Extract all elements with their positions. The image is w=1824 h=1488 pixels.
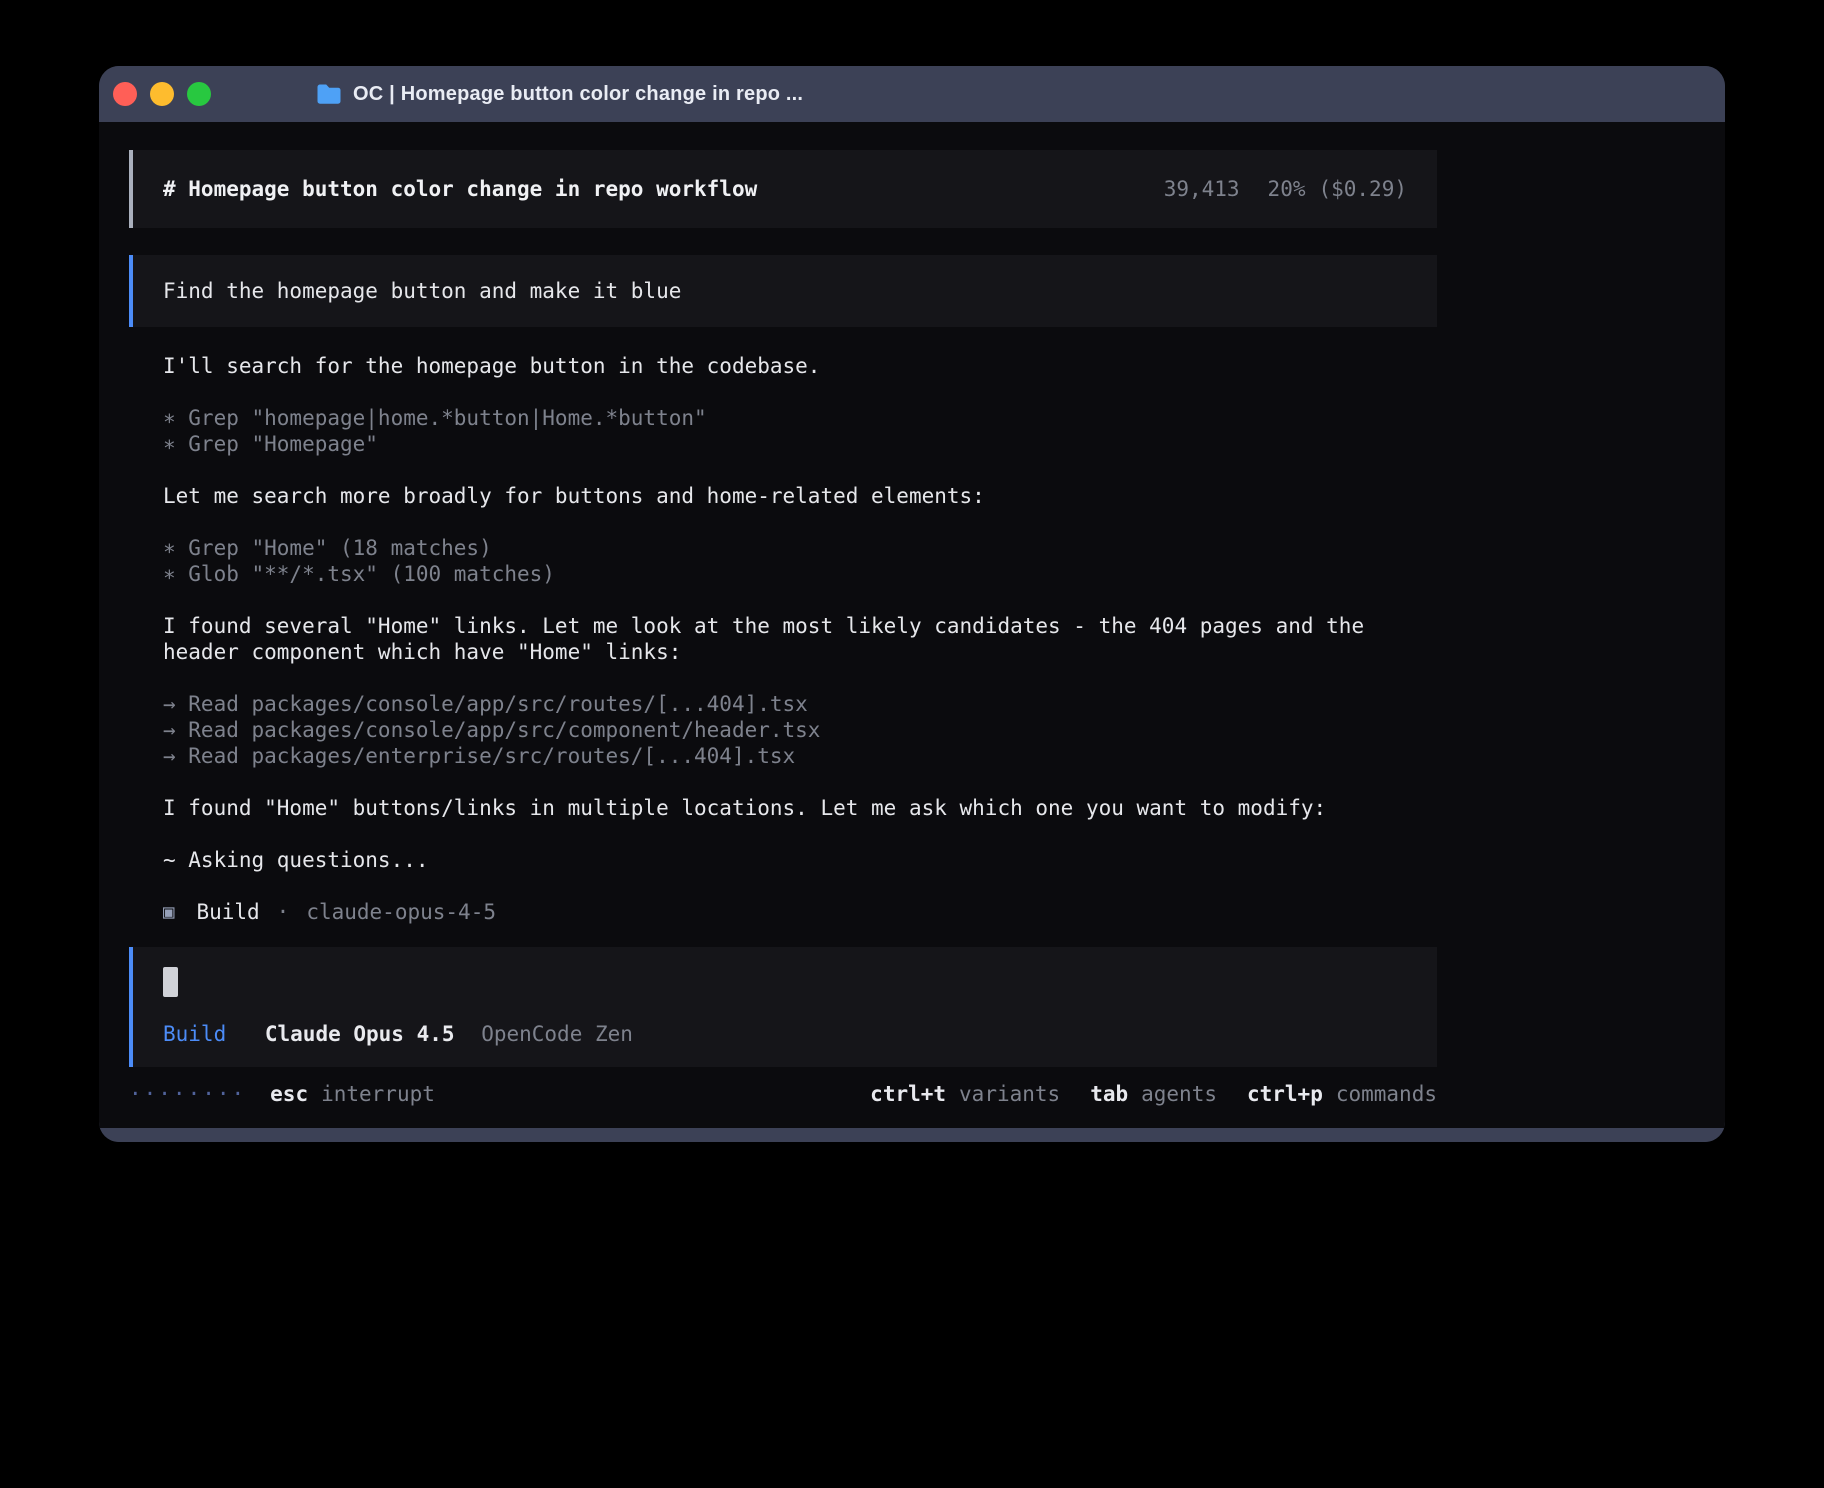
hint-commands: ctrl+p commands xyxy=(1247,1081,1437,1107)
user-message-text: Find the homepage button and make it blu… xyxy=(163,279,681,303)
context-percent: 20% xyxy=(1268,177,1306,201)
input-meta: Build Claude Opus 4.5 OpenCode Zen xyxy=(163,1021,1407,1047)
window-title-group: OC | Homepage button color change in rep… xyxy=(316,83,803,106)
window-bottom-edge xyxy=(99,1128,1725,1142)
agent-icon: ▣ xyxy=(163,899,174,925)
text-cursor xyxy=(163,967,178,997)
assistant-text: I found "Home" buttons/links in multiple… xyxy=(129,795,1437,821)
conversation: I'll search for the homepage button in t… xyxy=(129,353,1437,925)
close-button[interactable] xyxy=(113,82,137,106)
esc-key-hint: esc xyxy=(270,1081,308,1107)
tool-call-read: → Read packages/console/app/src/componen… xyxy=(129,717,1437,743)
agent-name: Build xyxy=(196,899,259,925)
window-controls xyxy=(99,82,211,106)
session-header: # Homepage button color change in repo w… xyxy=(129,150,1437,228)
hint-label: variants xyxy=(959,1082,1060,1106)
separator-dot: · xyxy=(277,899,290,925)
message-input[interactable]: Build Claude Opus 4.5 OpenCode Zen xyxy=(129,947,1437,1067)
assistant-text: I'll search for the homepage button in t… xyxy=(129,353,1437,379)
assistant-text: Let me search more broadly for buttons a… xyxy=(129,483,1437,509)
window-title: OC | Homepage button color change in rep… xyxy=(353,83,803,106)
input-model-name[interactable]: Claude Opus 4.5 xyxy=(265,1022,455,1046)
spinner-dots: ········ xyxy=(129,1081,246,1107)
tool-call-glob: ∗ Glob "**/*.tsx" (100 matches) xyxy=(129,561,1437,587)
tool-call-grep: ∗ Grep "Home" (18 matches) xyxy=(129,535,1437,561)
esc-key-label: interrupt xyxy=(321,1081,435,1107)
status-bar: ········ esc interrupt ctrl+t variants ta… xyxy=(129,1081,1437,1107)
input-provider-name: OpenCode Zen xyxy=(481,1022,633,1046)
terminal-window: OC | Homepage button color change in rep… xyxy=(99,66,1725,1142)
titlebar[interactable]: OC | Homepage button color change in rep… xyxy=(99,66,1725,122)
status-right: ctrl+t variants tab agents ctrl+p commands xyxy=(870,1081,1437,1107)
tool-call-read: → Read packages/enterprise/src/routes/[.… xyxy=(129,743,1437,769)
tool-calls: ∗ Grep "homepage|home.*button|Home.*butt… xyxy=(129,405,1437,457)
tool-calls: → Read packages/console/app/src/routes/[… xyxy=(129,691,1437,769)
minimize-button[interactable] xyxy=(150,82,174,106)
session-cost: ($0.29) xyxy=(1318,177,1407,201)
assistant-text: I found several "Home" links. Let me loo… xyxy=(129,613,1437,665)
input-agent-mode[interactable]: Build xyxy=(163,1022,226,1046)
session-title: # Homepage button color change in repo w… xyxy=(163,177,757,201)
tool-call-grep: ∗ Grep "Homepage" xyxy=(129,431,1437,457)
agent-model: claude-opus-4-5 xyxy=(306,899,496,925)
tool-call-grep: ∗ Grep "homepage|home.*button|Home.*butt… xyxy=(129,405,1437,431)
user-message: Find the homepage button and make it blu… xyxy=(129,255,1437,327)
hint-key: ctrl+p xyxy=(1247,1082,1323,1106)
assistant-status: ~ Asking questions... xyxy=(129,847,1437,873)
hint-label: commands xyxy=(1336,1082,1437,1106)
folder-icon xyxy=(316,83,342,105)
hint-label: agents xyxy=(1141,1082,1217,1106)
tool-call-read: → Read packages/console/app/src/routes/[… xyxy=(129,691,1437,717)
token-count: 39,413 xyxy=(1164,177,1240,201)
agent-attribution: ▣ Build · claude-opus-4-5 xyxy=(129,899,1437,925)
status-left: ········ esc interrupt xyxy=(129,1081,435,1107)
tool-calls: ∗ Grep "Home" (18 matches) ∗ Glob "**/*.… xyxy=(129,535,1437,587)
terminal-content: # Homepage button color change in repo w… xyxy=(99,122,1725,1128)
hint-key: tab xyxy=(1090,1082,1128,1106)
hint-agents: tab agents xyxy=(1090,1081,1217,1107)
hint-variants: ctrl+t variants xyxy=(870,1081,1060,1107)
session-stats: 39,413 20% ($0.29) xyxy=(1164,177,1407,201)
hint-key: ctrl+t xyxy=(870,1082,946,1106)
input-line[interactable] xyxy=(163,967,1407,997)
zoom-button[interactable] xyxy=(187,82,211,106)
